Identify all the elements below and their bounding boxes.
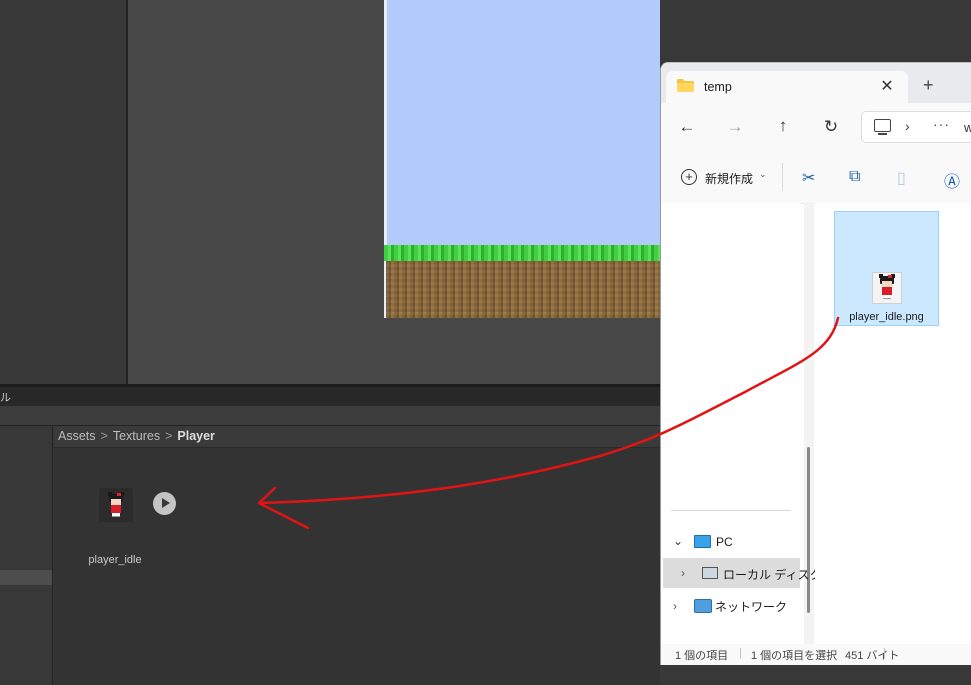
- copy-icon[interactable]: ⧉: [849, 168, 860, 186]
- file-thumbnail[interactable]: [872, 272, 902, 304]
- more-icon[interactable]: ···: [933, 116, 950, 132]
- file-name[interactable]: player_idle.png: [834, 311, 939, 323]
- new-tab-icon[interactable]: +: [923, 75, 934, 96]
- nav-item-network[interactable]: ネットワーク: [715, 598, 787, 615]
- status-item-count: 1 個の項目: [675, 650, 729, 662]
- rename-icon[interactable]: Ⓐ: [944, 168, 960, 192]
- chevron-down-icon[interactable]: ⌄: [759, 169, 767, 180]
- breadcrumb: Assets > Textures > Player: [58, 429, 215, 443]
- breadcrumb-player[interactable]: Player: [177, 429, 215, 443]
- file-item-selected[interactable]: [834, 211, 939, 326]
- back-arrow-icon[interactable]: ←: [675, 117, 699, 137]
- drive-icon: [702, 567, 718, 579]
- game-sky: [384, 0, 660, 245]
- player-sprite-icon: [877, 274, 897, 300]
- folder-icon: [677, 79, 694, 92]
- asset-thumbnail[interactable]: [99, 488, 133, 522]
- asset-grid: [54, 448, 660, 685]
- folder-tree-selected-item[interactable]: [0, 570, 52, 585]
- chevron-right-icon[interactable]: ›: [905, 118, 910, 134]
- nav-scrollbar-thumb[interactable]: [807, 447, 810, 613]
- address-text[interactable]: w: [964, 120, 971, 135]
- explorer-window: temp ✕ + ← → ↑ ↻ › ··· w + 新規作成 ⌄ ✂ ⧉ ▯ …: [660, 62, 971, 665]
- nav-separator: [671, 510, 791, 511]
- forward-arrow-icon[interactable]: →: [723, 117, 747, 137]
- expand-sprite-play-icon[interactable]: [153, 492, 176, 515]
- network-icon: [694, 599, 712, 613]
- project-toolbar: [0, 406, 660, 426]
- chevron-right-icon[interactable]: ›: [681, 566, 685, 580]
- tab-close-icon[interactable]: ✕: [880, 76, 894, 96]
- plus-circle-icon: +: [681, 169, 697, 185]
- status-separator: |: [883, 647, 886, 659]
- game-grass-tiles: [384, 245, 660, 261]
- game-dirt-tiles: [384, 261, 660, 318]
- nav-item-local-disk-label: ローカル ディスク: [723, 568, 822, 582]
- monitor-icon: [874, 119, 891, 135]
- up-arrow-icon[interactable]: ↑: [771, 116, 795, 136]
- breadcrumb-assets[interactable]: Assets: [58, 429, 96, 443]
- status-size: 451 バイト: [845, 650, 900, 662]
- project-tab-label[interactable]: ル: [0, 389, 11, 405]
- hierarchy-panel: [0, 0, 126, 384]
- player-sprite-icon: [106, 492, 126, 518]
- folder-tree: [0, 426, 53, 685]
- tab-title: temp: [704, 80, 732, 94]
- explorer-tab[interactable]: [666, 71, 908, 104]
- breadcrumb-separator-icon: >: [165, 429, 173, 443]
- paste-icon: ▯: [897, 170, 906, 187]
- nav-item-pc-label: PC: [716, 535, 733, 549]
- project-tab-bar: [0, 387, 660, 406]
- chevron-down-icon[interactable]: ⌄: [673, 534, 683, 548]
- new-button[interactable]: 新規作成: [705, 170, 753, 187]
- pc-icon: [694, 535, 711, 548]
- breadcrumb-textures[interactable]: Textures: [113, 429, 160, 443]
- refresh-icon[interactable]: ↻: [819, 117, 843, 137]
- status-separator: |: [739, 647, 742, 659]
- breadcrumb-separator-icon: >: [100, 429, 108, 443]
- chevron-right-icon[interactable]: ›: [673, 599, 677, 613]
- status-selected: 1 個の項目を選択: [751, 650, 838, 662]
- cut-icon[interactable]: ✂: [802, 168, 815, 188]
- asset-name[interactable]: player_idle: [60, 554, 170, 566]
- command-divider: [782, 163, 783, 191]
